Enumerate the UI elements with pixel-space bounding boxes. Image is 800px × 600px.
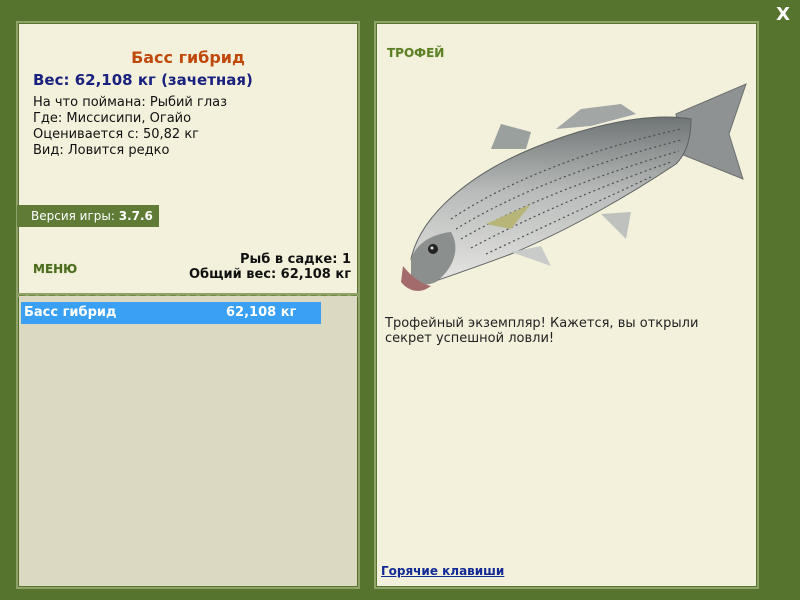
catch-list-panel: Басс гибрид 62,108 кг — [16, 293, 360, 589]
caught-on: На что поймана: Рыбий глаз — [33, 95, 228, 110]
hotkeys-link[interactable]: Горячие клавиши — [381, 564, 504, 578]
version-value: 3.7.6 — [118, 209, 153, 223]
fish-name: Басс гибрид — [131, 48, 245, 67]
keepnet-total: Общий вес: 62,108 кг — [188, 267, 351, 282]
trophy-panel: ТРОФЕЙ Трофейный экземпляр! Кажется, вы … — [374, 21, 759, 589]
fish-details-panel: Басс гибрид Вес: 62,108 кг (зачетная) На… — [16, 21, 360, 297]
list-item[interactable]: Басс гибрид 62,108 кг — [21, 302, 321, 324]
fish-weight: Вес: 62,108 кг (зачетная) — [33, 71, 253, 89]
fish-kind: Вид: Ловится редко — [33, 143, 170, 158]
menu-button[interactable]: МЕНЮ — [33, 262, 77, 276]
version-label: Версия игры: — [31, 209, 115, 223]
list-item-name: Басс гибрид — [24, 305, 117, 320]
list-item-weight: 62,108 кг — [226, 305, 297, 320]
fish-illustration — [401, 83, 747, 291]
close-button[interactable]: X — [776, 4, 790, 26]
keepnet-stats: Рыб в садке: 1 Общий вес: 62,108 кг — [189, 252, 351, 282]
version-badge: Версия игры: 3.7.6 — [17, 205, 159, 227]
fish-info: На что поймана: Рыбий глаз Где: Миссисип… — [33, 95, 227, 159]
keepnet-count: Рыб в садке: 1 — [239, 252, 351, 267]
trophy-description: Трофейный экземпляр! Кажется, вы открыли… — [385, 316, 699, 346]
close-icon[interactable]: X — [776, 4, 790, 25]
location: Где: Миссисипи, Огайо — [33, 111, 192, 126]
valued-from: Оценивается с: 50,82 кг — [33, 127, 200, 142]
